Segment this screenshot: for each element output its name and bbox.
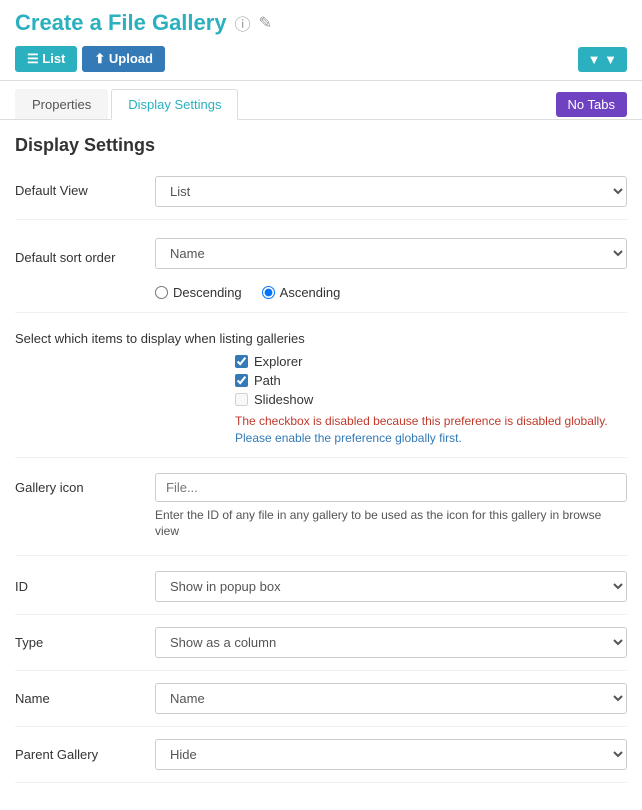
list-button[interactable]: ☰ List (15, 46, 77, 72)
checkboxes-container: Explorer Path Slideshow (235, 354, 627, 407)
parent-gallery-row: Parent Gallery Hide Show as a column Sho… (15, 739, 627, 783)
no-tabs-button[interactable]: No Tabs (556, 92, 627, 117)
parent-gallery-select[interactable]: Hide Show as a column Show in popup box (155, 739, 627, 770)
descending-radio-label[interactable]: Descending (155, 285, 242, 300)
gallery-icon-help: Enter the ID of any file in any gallery … (155, 507, 627, 541)
default-view-row: Default View List Grid Slideshow (15, 176, 627, 220)
parent-gallery-label: Parent Gallery (15, 747, 155, 762)
upload-button[interactable]: ⬆ Upload (82, 46, 165, 72)
name-field-label: Name (15, 691, 155, 706)
header-actions: ☰ List ⬆ Upload ▼ ▼ (15, 46, 627, 72)
gallery-items-section: Select which items to display when listi… (15, 331, 627, 458)
slideshow-checkbox-label[interactable]: Slideshow (235, 392, 627, 407)
sort-direction-group: Descending Ascending (155, 285, 340, 300)
gallery-icon-row: Gallery icon Enter the ID of any file in… (15, 473, 627, 557)
gallery-icon-input[interactable] (155, 473, 627, 502)
default-view-label: Default View (15, 176, 155, 198)
enable-preference-link[interactable]: Please enable the preference globally fi… (235, 431, 462, 445)
ascending-radio-label[interactable]: Ascending (262, 285, 341, 300)
id-field-control: Show in popup box Show as a column Hide (155, 571, 627, 602)
gallery-icon-control: Enter the ID of any file in any gallery … (155, 473, 627, 541)
edit-icon[interactable]: ✎ (259, 13, 272, 33)
title-row: Create a File Gallery ⓘ ✎ (15, 10, 627, 36)
tabs-container: Properties Display Settings (15, 89, 241, 119)
explorer-checkbox-label[interactable]: Explorer (235, 354, 627, 369)
explorer-label: Explorer (254, 354, 302, 369)
explorer-checkbox[interactable] (235, 355, 248, 368)
default-sort-label: Default sort order (15, 243, 155, 265)
dropdown-button[interactable]: ▼ ▼ (578, 47, 627, 72)
type-field-control: Show as a column Show in popup box Hide (155, 627, 627, 658)
page-header: Create a File Gallery ⓘ ✎ ☰ List ⬆ Uploa… (0, 0, 642, 81)
action-buttons: ☰ List ⬆ Upload (15, 46, 165, 72)
default-view-control: List Grid Slideshow (155, 176, 627, 207)
content-area: Display Settings Default View List Grid … (0, 120, 642, 810)
type-field-select[interactable]: Show as a column Show in popup box Hide (155, 627, 627, 658)
name-field-row: Name Name Hide Show in popup box (15, 683, 627, 727)
id-field-row: ID Show in popup box Show as a column Hi… (15, 571, 627, 615)
id-field-label: ID (15, 579, 155, 594)
type-field-row: Type Show as a column Show in popup box … (15, 627, 627, 671)
path-label: Path (254, 373, 281, 388)
tab-properties[interactable]: Properties (15, 89, 108, 119)
disabled-note: The checkbox is disabled because this pr… (235, 413, 615, 447)
slideshow-label: Slideshow (254, 392, 313, 407)
disabled-note-text: The checkbox is disabled because this pr… (235, 414, 608, 428)
info-icon[interactable]: ⓘ (235, 11, 251, 35)
default-sort-row: Default sort order Name Date Size Type D… (15, 238, 627, 313)
default-sort-control: Name Date Size Type (155, 238, 627, 269)
id-field-select[interactable]: Show in popup box Show as a column Hide (155, 571, 627, 602)
default-view-select[interactable]: List Grid Slideshow (155, 176, 627, 207)
descending-radio[interactable] (155, 286, 168, 299)
type-field-label: Type (15, 635, 155, 650)
parent-gallery-control: Hide Show as a column Show in popup box (155, 739, 627, 770)
gallery-icon-label: Gallery icon (15, 473, 155, 495)
ascending-radio[interactable] (262, 286, 275, 299)
section-title: Display Settings (15, 135, 627, 156)
path-checkbox-label[interactable]: Path (235, 373, 627, 388)
tab-display-settings[interactable]: Display Settings (111, 89, 238, 120)
descending-label: Descending (173, 285, 242, 300)
ascending-label: Ascending (280, 285, 341, 300)
path-checkbox[interactable] (235, 374, 248, 387)
name-field-select[interactable]: Name Hide Show in popup box (155, 683, 627, 714)
name-field-control: Name Hide Show in popup box (155, 683, 627, 714)
tabs-bar: Properties Display Settings No Tabs (0, 81, 642, 120)
default-sort-select[interactable]: Name Date Size Type (155, 238, 627, 269)
slideshow-checkbox[interactable] (235, 393, 248, 406)
listing-section-label: Select which items to display when listi… (15, 331, 627, 346)
page-title: Create a File Gallery (15, 10, 227, 36)
